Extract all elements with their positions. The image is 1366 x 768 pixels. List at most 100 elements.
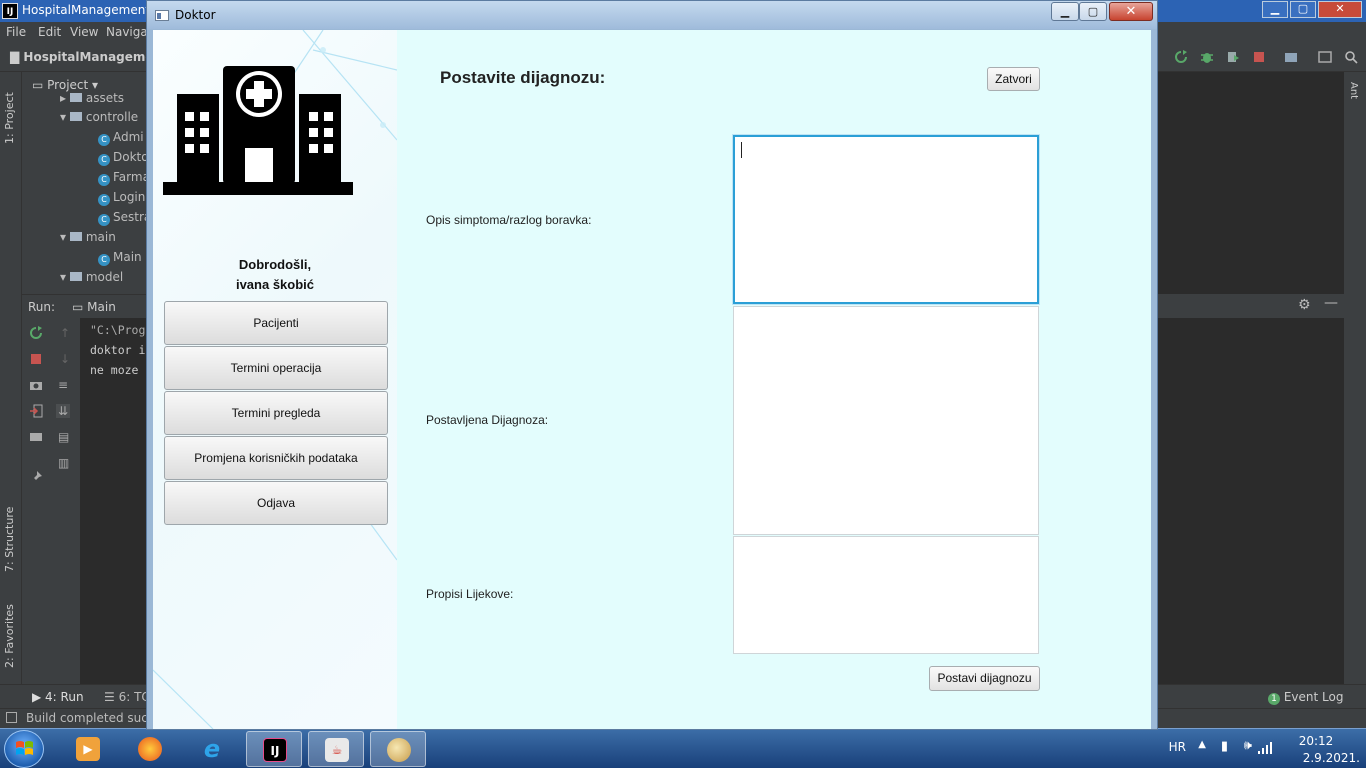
maximize-button[interactable]: ▢ bbox=[1079, 2, 1107, 21]
project-panel-header[interactable]: ▭ Project ▾ bbox=[32, 78, 98, 92]
volume-icon[interactable]: 🕪 bbox=[1244, 738, 1252, 753]
show-hidden-icons-icon[interactable]: ▲ bbox=[1198, 739, 1206, 750]
nav-pacijenti-button[interactable]: Pacijenti bbox=[164, 301, 388, 345]
project-structure-icon[interactable] bbox=[1284, 50, 1298, 64]
firefox-icon bbox=[138, 737, 162, 761]
tree-item[interactable]: C Farma bbox=[98, 170, 150, 186]
taskbar-paint[interactable] bbox=[370, 731, 426, 767]
stop-icon[interactable] bbox=[1252, 50, 1266, 64]
page-title: Postavite dijagnozu: bbox=[440, 68, 606, 87]
run-config-tab[interactable]: ▭ Main bbox=[72, 300, 116, 314]
window-title: Doktor bbox=[175, 8, 216, 22]
soft-wrap-icon[interactable]: ≡ bbox=[58, 378, 68, 392]
tree-item[interactable]: C Dokto bbox=[98, 150, 149, 166]
nav-termini-operacija-button[interactable]: Termini operacija bbox=[164, 346, 388, 390]
camera-icon[interactable] bbox=[29, 378, 43, 392]
scroll-to-end-icon[interactable]: ⇊ bbox=[56, 404, 71, 418]
doktor-window: Doktor ▁ ▢ ✕ Dobrodošli, ivana škobić Pa… bbox=[146, 0, 1158, 730]
window-titlebar[interactable]: Doktor ▁ ▢ ✕ bbox=[147, 1, 1157, 29]
taskbar-internet-explorer[interactable]: e bbox=[184, 731, 240, 767]
tree-item[interactable]: C Admi bbox=[98, 130, 144, 146]
network-icon[interactable] bbox=[1258, 742, 1274, 754]
tree-item[interactable]: ▾ model bbox=[60, 270, 123, 284]
symptoms-label: Opis simptoma/razlog boravka: bbox=[426, 213, 592, 227]
layout-icon[interactable] bbox=[1318, 50, 1332, 64]
minimize-button[interactable]: ▁ bbox=[1051, 2, 1079, 21]
minimize-icon[interactable]: — bbox=[1324, 295, 1338, 311]
taskbar-intellij[interactable]: IJ bbox=[246, 731, 302, 767]
battery-icon[interactable]: ▮ bbox=[1221, 739, 1228, 754]
up-arrow-icon[interactable]: ↑ bbox=[60, 326, 70, 340]
tree-item[interactable]: ▾ main bbox=[60, 230, 116, 244]
welcome-username: ivana škobić bbox=[235, 277, 315, 292]
close-button[interactable]: ✕ bbox=[1109, 2, 1153, 21]
menu-view[interactable]: View bbox=[70, 25, 98, 39]
debug-icon[interactable] bbox=[1200, 50, 1214, 64]
rerun-icon[interactable] bbox=[29, 326, 43, 340]
search-icon[interactable] bbox=[1344, 50, 1358, 64]
close-form-button[interactable]: Zatvori bbox=[987, 67, 1040, 91]
print-icon[interactable]: ▤ bbox=[58, 430, 69, 444]
tab-run[interactable]: ▶ 4: Run bbox=[32, 690, 84, 704]
language-indicator[interactable]: HR bbox=[1169, 740, 1186, 754]
taskbar-video-player[interactable]: ▶ bbox=[60, 731, 116, 767]
console-line: doktor i bbox=[90, 343, 146, 357]
status-icon[interactable] bbox=[6, 712, 17, 723]
tab-project[interactable]: 1: Project bbox=[3, 92, 16, 144]
nav-promjena-podataka-button[interactable]: Promjena korisničkih podataka bbox=[164, 436, 388, 480]
console-line: "C:\Prog bbox=[90, 323, 146, 337]
taskbar-firefox[interactable] bbox=[122, 731, 178, 767]
stop-icon[interactable] bbox=[29, 352, 43, 366]
windows-logo-icon bbox=[16, 741, 33, 755]
intellij-icon: IJ bbox=[263, 738, 287, 762]
login-icon[interactable] bbox=[29, 404, 43, 418]
clock-date[interactable]: 2.9.2021. bbox=[1280, 751, 1360, 765]
tree-item[interactable]: ▸ assets bbox=[60, 91, 124, 105]
medication-textarea[interactable] bbox=[733, 536, 1039, 654]
pin-icon[interactable] bbox=[29, 470, 43, 484]
down-arrow-icon[interactable]: ↓ bbox=[60, 352, 70, 366]
clock-time[interactable]: 20:12 bbox=[1286, 734, 1346, 748]
symptoms-textarea[interactable] bbox=[733, 135, 1039, 304]
taskbar-java[interactable]: ☕ bbox=[308, 731, 364, 767]
submit-diagnosis-button[interactable]: Postavi dijagnozu bbox=[929, 666, 1040, 691]
trash-icon[interactable]: ▥ bbox=[58, 456, 69, 470]
tab-favorites[interactable]: 2: Favorites bbox=[3, 604, 16, 668]
run-header: Run: ▭ Main bbox=[22, 294, 148, 318]
rerun-icon[interactable] bbox=[1174, 50, 1188, 64]
breadcrumb[interactable]: ▇ HospitalManagement bbox=[10, 50, 168, 64]
paint-icon bbox=[387, 738, 411, 762]
menu-navigate[interactable]: Naviga bbox=[106, 25, 148, 39]
tab-todo[interactable]: ☰ 6: TO bbox=[104, 690, 151, 704]
start-button[interactable] bbox=[4, 730, 44, 768]
tab-ant[interactable]: Ant bbox=[1348, 82, 1359, 99]
run-panel: ↑ ↓ ≡ ⇊ ▤ ▥ "C:\Prog doktor i ne moze bbox=[22, 318, 148, 684]
ide-close-button[interactable]: ✕ bbox=[1318, 1, 1362, 18]
coverage-icon[interactable] bbox=[1226, 50, 1240, 64]
close-icon: ✕ bbox=[1125, 4, 1137, 19]
java-icon: ☕ bbox=[325, 738, 349, 762]
right-tool-strip: Ant bbox=[1344, 72, 1366, 684]
maximize-icon: ▢ bbox=[1087, 5, 1099, 18]
menu-edit[interactable]: Edit bbox=[38, 25, 61, 39]
tree-item[interactable]: C Login bbox=[98, 190, 145, 206]
layout-icon[interactable] bbox=[29, 430, 43, 444]
ide-minimize-button[interactable]: ▁ bbox=[1262, 1, 1288, 18]
gear-icon[interactable]: ⚙ bbox=[1298, 297, 1311, 313]
tab-structure[interactable]: 7: Structure bbox=[3, 507, 16, 572]
minimize-icon: ▁ bbox=[1060, 5, 1070, 18]
menu-file[interactable]: File bbox=[6, 25, 26, 39]
sidebar: Dobrodošli, ivana škobić Pacijenti Termi… bbox=[153, 30, 397, 729]
tree-item[interactable]: C Main bbox=[98, 250, 142, 266]
internet-explorer-icon: e bbox=[203, 735, 221, 763]
ide-maximize-button[interactable]: ▢ bbox=[1290, 1, 1316, 18]
diagnosis-form: Postavite dijagnozu: Zatvori Opis simpto… bbox=[397, 30, 1151, 729]
diagnosis-textarea[interactable] bbox=[733, 306, 1039, 535]
event-log-tab[interactable]: 1 Event Log bbox=[1268, 690, 1343, 705]
left-tool-strip: 1: Project 7: Structure 2: Favorites bbox=[0, 72, 22, 684]
nav-odjava-button[interactable]: Odjava bbox=[164, 481, 388, 525]
tree-item[interactable]: ▾ controlle bbox=[60, 110, 138, 124]
console-line: ne moze bbox=[90, 363, 139, 377]
nav-termini-pregleda-button[interactable]: Termini pregleda bbox=[164, 391, 388, 435]
tree-item[interactable]: C Sestra bbox=[98, 210, 151, 226]
